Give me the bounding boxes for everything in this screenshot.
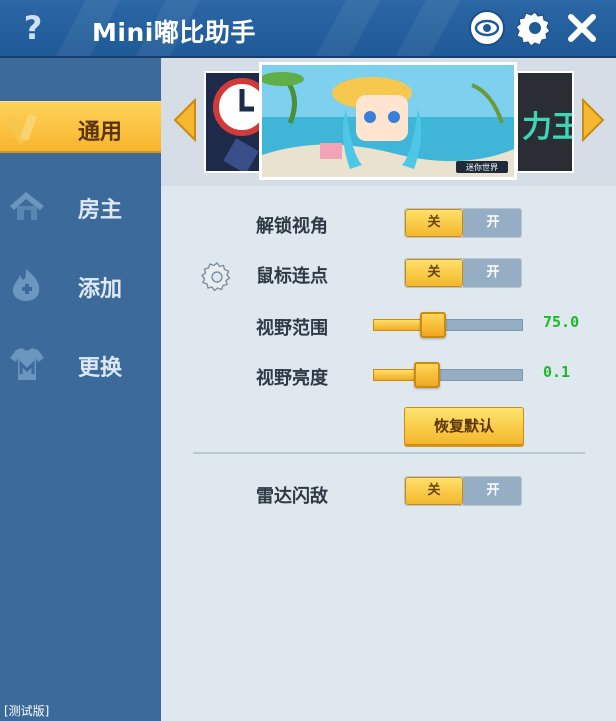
house-icon <box>6 186 48 226</box>
sidebar-item-label: 通用 <box>78 120 123 145</box>
toggle-on-option[interactable]: 开 <box>463 477 521 505</box>
mouse-click-label: 鼠标连点 <box>256 266 328 287</box>
sidebar-item-host[interactable]: 房主 <box>0 180 165 232</box>
toggle-off-option[interactable]: 关 <box>405 477 463 505</box>
arrow-left-icon[interactable] <box>171 98 199 142</box>
gear-icon[interactable] <box>516 9 554 47</box>
slider-knob[interactable] <box>420 312 446 338</box>
close-icon[interactable] <box>563 9 601 47</box>
sidebar-item-label: 添加 <box>78 277 123 302</box>
unlock-view-label: 解锁视角 <box>256 216 328 237</box>
toggle-on-option[interactable]: 开 <box>463 259 521 287</box>
gear-icon[interactable] <box>201 261 233 293</box>
divider <box>193 452 585 454</box>
view-range-value: 75.0 <box>543 313 580 331</box>
help-button[interactable]: ? <box>14 8 52 48</box>
flame-plus-icon <box>6 265 48 305</box>
slider-knob[interactable] <box>414 362 440 388</box>
sidebar-item-general[interactable]: 通用 <box>0 101 165 153</box>
banner-main-image[interactable]: 迷你世界 <box>259 62 517 180</box>
main-panel: 迷你世界 力王 解锁视角 关 开 鼠标连点 关 开 视野范围 <box>161 58 616 721</box>
toggle-off-option[interactable]: 关 <box>405 259 463 287</box>
radar-label: 雷达闪敌 <box>256 486 328 507</box>
view-brightness-slider[interactable] <box>373 362 523 388</box>
pencil-ruler-icon <box>6 108 48 148</box>
eye-icon[interactable] <box>468 9 506 47</box>
view-range-label: 视野范围 <box>256 318 328 339</box>
shirt-m-icon <box>6 344 48 384</box>
banner-caption: 迷你世界 <box>466 162 498 172</box>
mouse-click-toggle[interactable]: 关 开 <box>404 258 522 288</box>
reset-default-button[interactable]: 恢复默认 <box>404 407 524 445</box>
arrow-right-icon[interactable] <box>579 98 607 142</box>
title-bar: ? Mini嘟比助手 <box>0 0 616 58</box>
radar-toggle[interactable]: 关 开 <box>404 476 522 506</box>
banner-thumb-text[interactable]: 力王 <box>516 71 574 173</box>
banner-carousel: 迷你世界 力王 <box>161 58 616 186</box>
view-brightness-label: 视野亮度 <box>256 368 328 389</box>
banner-right-text: 力王 <box>522 110 574 145</box>
view-brightness-value: 0.1 <box>543 363 571 381</box>
view-range-slider[interactable] <box>373 312 523 338</box>
banner-thumb-clock[interactable] <box>204 71 262 173</box>
sidebar-item-add[interactable]: 添加 <box>0 259 165 311</box>
toggle-off-option[interactable]: 关 <box>405 209 463 237</box>
sidebar-item-label: 更换 <box>78 356 123 381</box>
sidebar-item-change[interactable]: 更换 <box>0 338 165 390</box>
app-title: Mini嘟比助手 <box>92 18 256 47</box>
toggle-on-option[interactable]: 开 <box>463 209 521 237</box>
sidebar-item-label: 房主 <box>78 198 123 223</box>
unlock-view-toggle[interactable]: 关 开 <box>404 208 522 238</box>
version-label: [测试版] <box>4 704 50 718</box>
